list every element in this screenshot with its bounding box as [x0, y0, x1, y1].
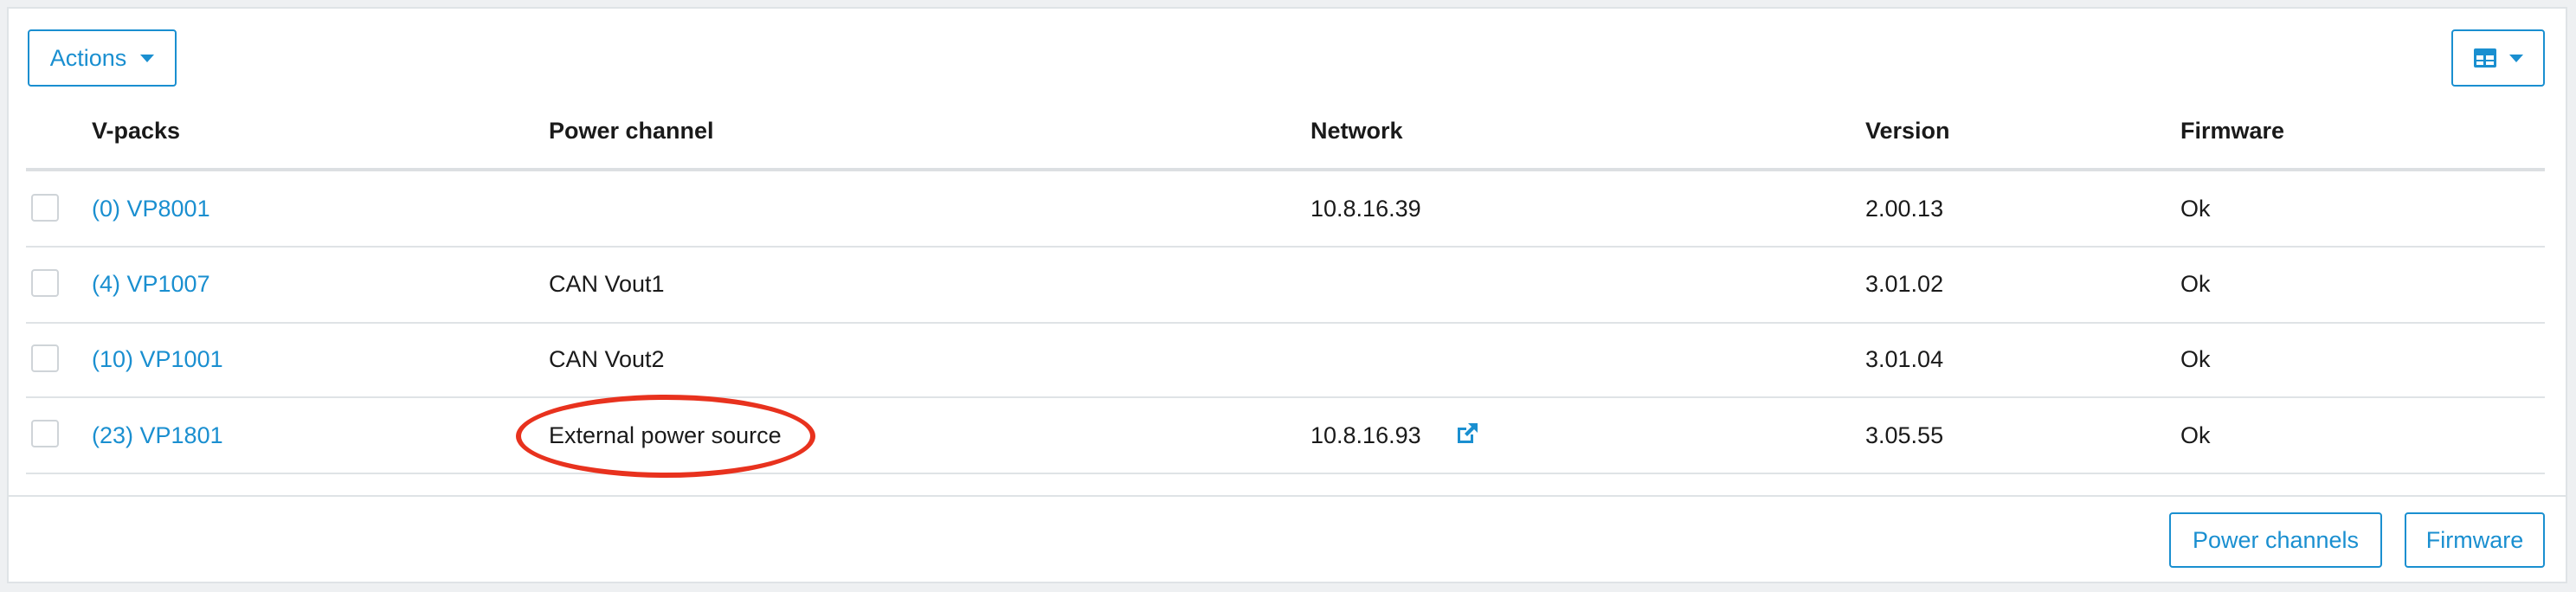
power-channel-cell: CAN Vout2	[549, 346, 665, 372]
row-checkbox[interactable]	[31, 420, 59, 447]
power-channel-cell: CAN Vout1	[549, 271, 665, 297]
network-cell: 10.8.16.39	[1311, 196, 1421, 222]
firmware-cell: Ok	[2180, 196, 2211, 222]
power-channels-label: Power channels	[2192, 526, 2360, 553]
column-header-version[interactable]: Version	[1865, 118, 1950, 145]
chevron-down-icon	[2509, 54, 2523, 62]
firmware-button[interactable]: Firmware	[2405, 512, 2545, 568]
version-cell: 3.01.04	[1865, 346, 1944, 372]
table-columns-icon	[2474, 48, 2496, 68]
version-cell: 3.01.02	[1865, 271, 1944, 297]
power-channels-button[interactable]: Power channels	[2169, 512, 2382, 568]
version-cell: 3.05.55	[1865, 422, 1944, 448]
column-settings-button[interactable]	[2451, 29, 2545, 87]
row-divider	[26, 322, 2545, 324]
highlight-annotation-circle	[516, 395, 815, 478]
firmware-cell: Ok	[2180, 422, 2211, 448]
actions-dropdown-button[interactable]: Actions	[28, 29, 177, 87]
footer-divider	[7, 495, 2567, 497]
firmware-cell: Ok	[2180, 271, 2211, 297]
row-divider	[26, 246, 2545, 248]
column-header-vpacks[interactable]: V-packs	[92, 118, 180, 145]
vpack-link[interactable]: (23) VP1801	[92, 422, 223, 449]
row-checkbox[interactable]	[31, 269, 59, 297]
column-header-power-channel[interactable]: Power channel	[549, 118, 714, 145]
row-checkbox[interactable]	[31, 344, 59, 372]
column-header-network[interactable]: Network	[1311, 118, 1403, 145]
row-divider	[26, 473, 2545, 474]
firmware-label: Firmware	[2425, 526, 2524, 553]
vpack-link[interactable]: (0) VP8001	[92, 196, 210, 222]
header-divider	[26, 168, 2545, 171]
vpack-link[interactable]: (4) VP1007	[92, 271, 210, 298]
version-cell: 2.00.13	[1865, 196, 1944, 222]
chevron-down-icon	[140, 54, 155, 62]
actions-label: Actions	[49, 44, 127, 71]
row-divider	[26, 396, 2545, 398]
firmware-cell: Ok	[2180, 346, 2211, 372]
column-header-firmware[interactable]: Firmware	[2180, 118, 2284, 145]
external-link-icon[interactable]	[1454, 421, 1480, 447]
vpack-link[interactable]: (10) VP1001	[92, 346, 223, 373]
row-checkbox[interactable]	[31, 194, 59, 222]
network-cell: 10.8.16.93	[1311, 422, 1421, 448]
